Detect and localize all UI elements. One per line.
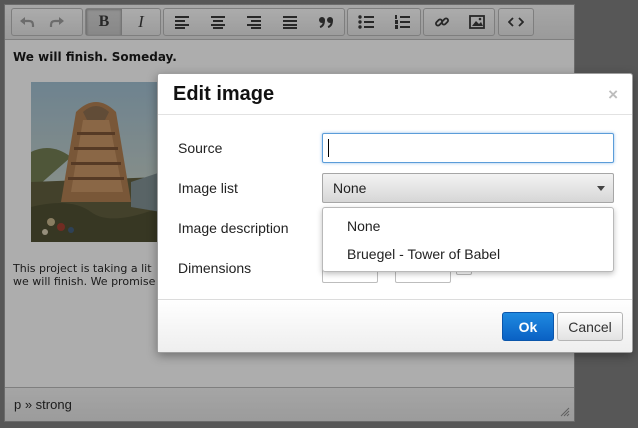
ok-button[interactable]: Ok xyxy=(502,312,554,341)
image-list-select[interactable]: None xyxy=(322,173,614,203)
dialog-footer: Ok Cancel xyxy=(158,299,632,352)
text-caret xyxy=(328,139,329,157)
chevron-down-icon xyxy=(597,186,605,191)
cancel-button[interactable]: Cancel xyxy=(557,312,623,341)
image-list-selected-value: None xyxy=(333,180,367,196)
image-list-label: Image list xyxy=(178,180,238,196)
dropdown-option-none[interactable]: None xyxy=(347,218,380,234)
image-list-dropdown: None Bruegel - Tower of Babel xyxy=(322,207,614,272)
dropdown-option-tower-of-babel[interactable]: Bruegel - Tower of Babel xyxy=(347,246,500,262)
dialog-header: Edit image × xyxy=(158,74,632,115)
source-input[interactable] xyxy=(322,133,614,163)
source-label: Source xyxy=(178,140,223,156)
image-description-label: Image description xyxy=(178,220,289,236)
dimensions-label: Dimensions xyxy=(178,260,252,276)
edit-image-dialog: Edit image × Source Image list None Imag… xyxy=(157,73,633,353)
dialog-title: Edit image xyxy=(173,83,275,105)
close-icon[interactable]: × xyxy=(608,85,618,105)
